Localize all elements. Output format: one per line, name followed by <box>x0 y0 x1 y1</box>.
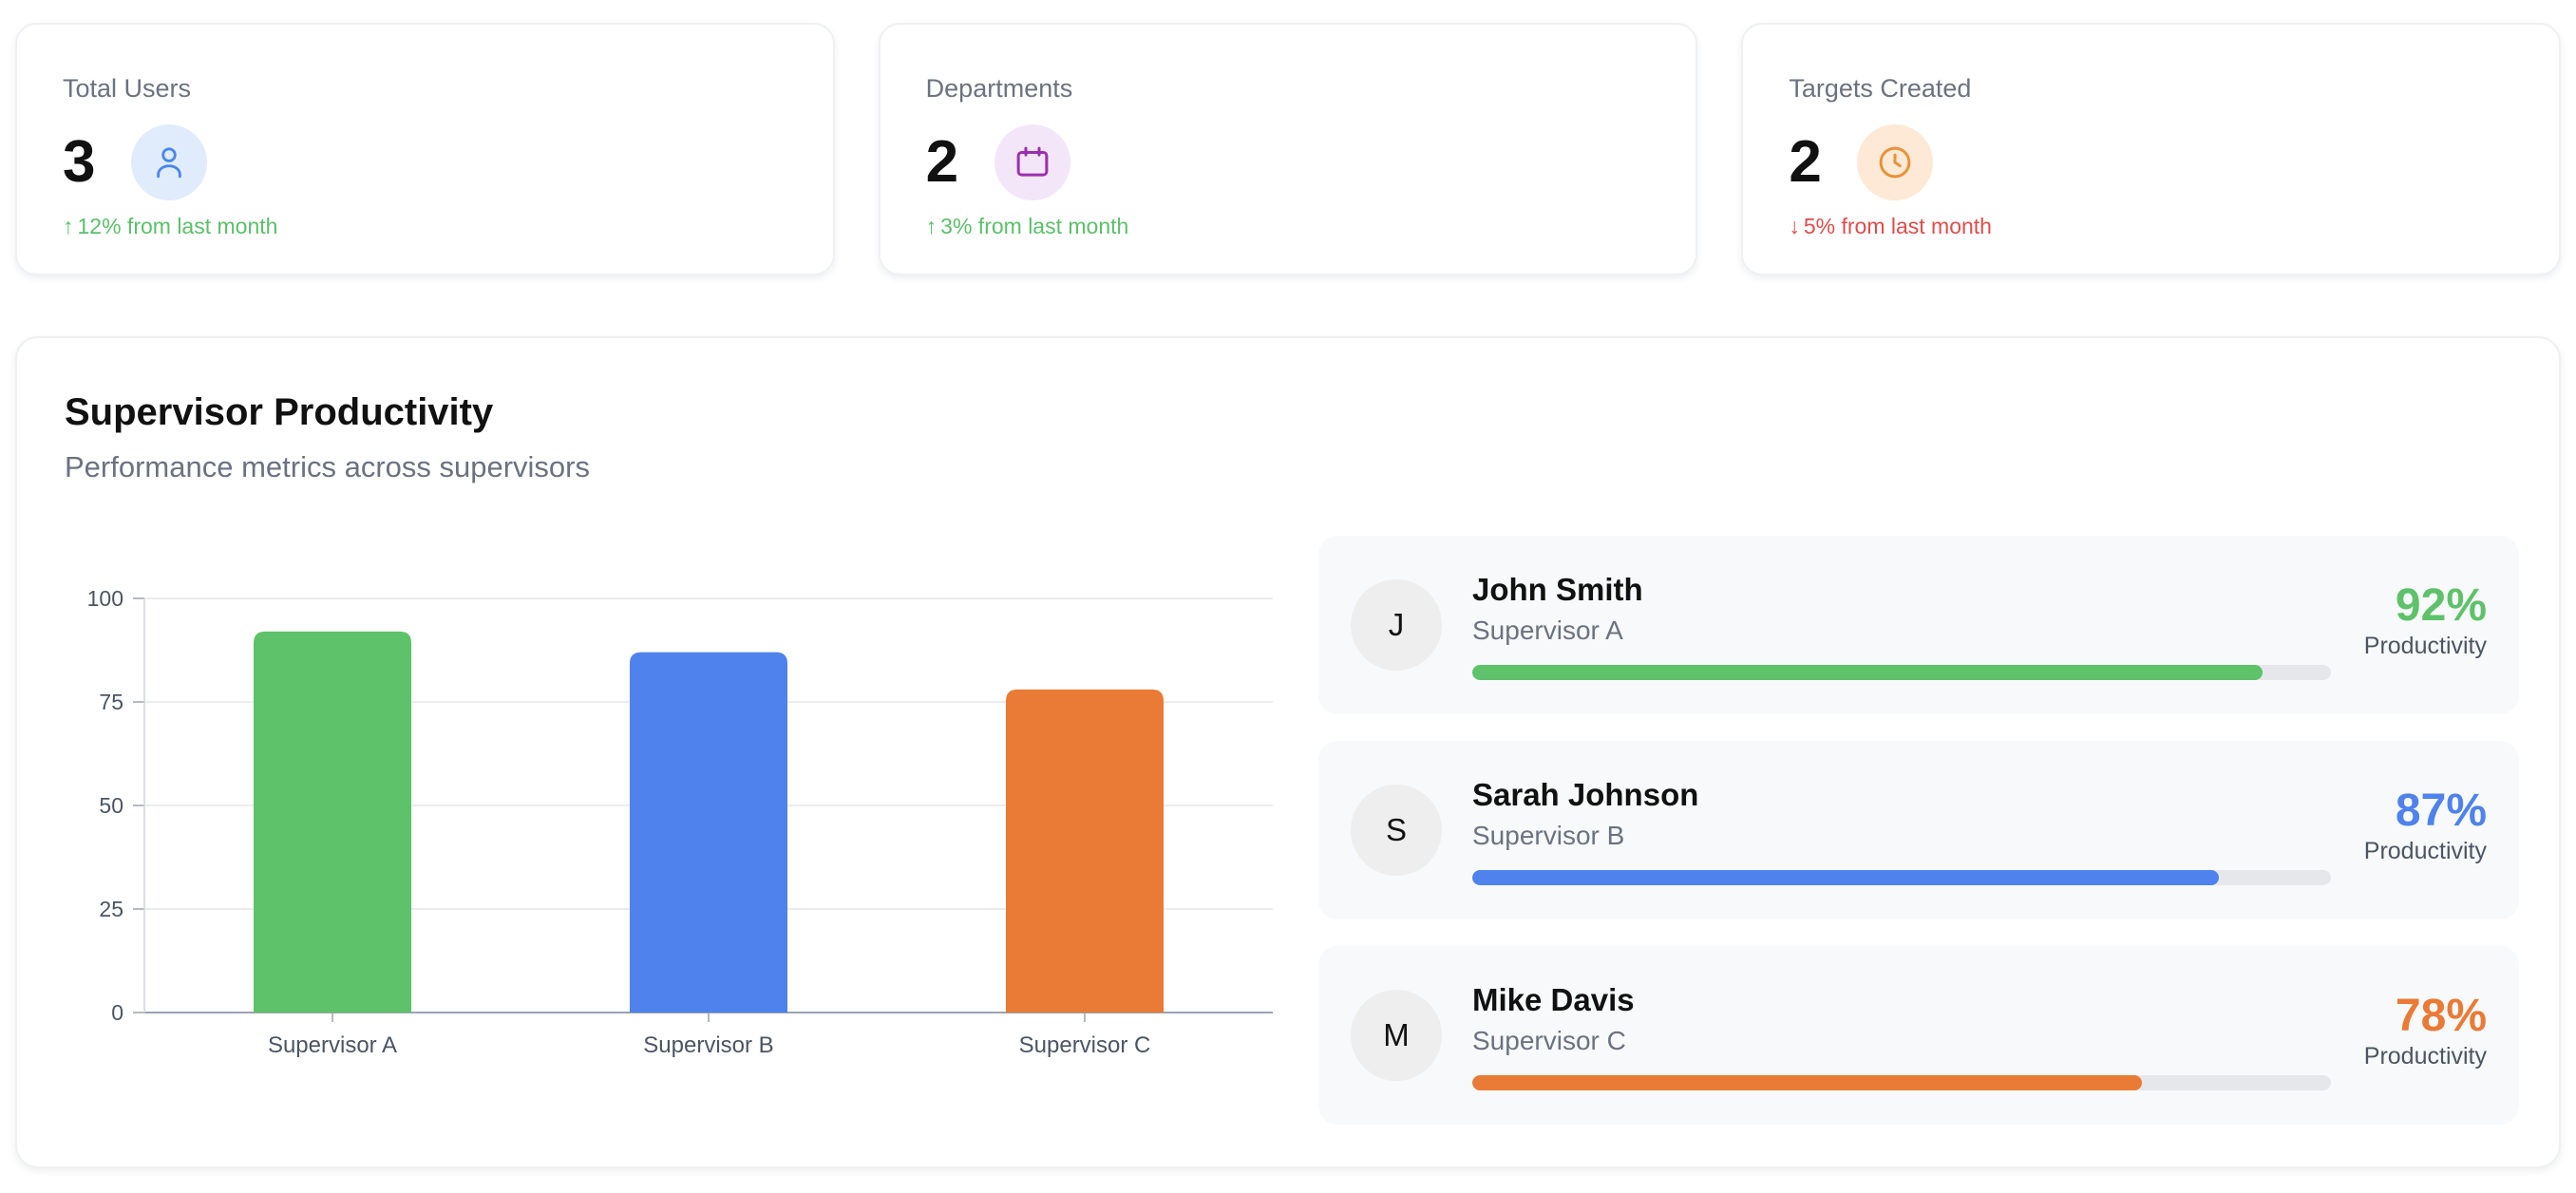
stat-trend-text: 5% from last month <box>1803 214 1992 238</box>
productivity-progress-fill <box>1472 1075 2143 1090</box>
supervisor-name: Mike Davis <box>1472 982 1635 1017</box>
y-tick-label: 50 <box>99 793 123 818</box>
stat-trend-text: 12% from last month <box>77 214 278 238</box>
productivity-card: Supervisor Productivity Performance metr… <box>15 336 2561 1168</box>
stat-value: 2 <box>1789 129 1822 195</box>
productivity-label: Productivity <box>2363 838 2487 864</box>
avatar: M <box>1351 990 1442 1081</box>
stat-title: Departments <box>925 74 1073 103</box>
productivity-bar-chart: 0 25 50 75 100 Supervisor A Supervisor B Superv… <box>87 586 1273 1058</box>
chart-bar <box>254 631 411 1013</box>
productivity-label: Productivity <box>2363 1043 2487 1070</box>
productivity-percent: 87% <box>2395 786 2487 836</box>
productivity-percent: 78% <box>2395 991 2487 1041</box>
x-tick-label: Supervisor C <box>1019 1032 1151 1058</box>
stat-trend: ↑ 3% from last month <box>926 214 1651 239</box>
productivity-progress-fill <box>1472 665 2263 680</box>
productivity-subtitle: Performance metrics across supervisors <box>65 450 590 483</box>
calendar-icon <box>994 124 1070 200</box>
stat-title: Targets Created <box>1789 74 1972 103</box>
arrow-down-icon: ↓ <box>1789 214 1800 238</box>
stats-row: Total Users 3 ↑ 12% from last month Depa… <box>15 23 2562 275</box>
avatar: J <box>1351 579 1442 671</box>
avatar: S <box>1351 785 1442 876</box>
supervisor-name: John Smith <box>1472 572 1643 607</box>
productivity-progress-bar <box>1472 870 2331 885</box>
clock-icon <box>1857 124 1934 200</box>
y-tick-label: 75 <box>99 690 123 714</box>
stat-card-total-users: Total Users 3 ↑ 12% from last month <box>15 23 835 275</box>
supervisor-role: Supervisor A <box>1472 615 1623 645</box>
chart-bar <box>630 652 787 1013</box>
productivity-title: Supervisor Productivity <box>65 391 494 433</box>
productivity-progress-fill <box>1472 870 2220 885</box>
y-tick-label: 100 <box>87 586 123 611</box>
x-tick-label: Supervisor A <box>268 1032 397 1058</box>
productivity-progress-bar <box>1472 1075 2331 1090</box>
stat-trend-text: 3% from last month <box>940 214 1129 238</box>
stat-trend: ↓ 5% from last month <box>1789 214 2513 239</box>
x-tick-label: Supervisor B <box>643 1032 773 1058</box>
stat-card-targets-created: Targets Created 2 ↓ 5% from last month <box>1741 23 2562 275</box>
productivity-progress-bar <box>1472 665 2331 680</box>
supervisor-card-john-smith[interactable]: J John Smith Supervisor A 92% Productivi… <box>1318 536 2519 714</box>
stat-trend: ↑ 12% from last month <box>63 214 787 239</box>
arrow-up-icon: ↑ <box>63 214 74 238</box>
stat-value: 2 <box>925 129 959 195</box>
user-icon <box>131 124 207 200</box>
productivity-percent: 92% <box>2395 580 2487 631</box>
supervisor-role: Supervisor B <box>1472 821 1625 850</box>
supervisor-name: Sarah Johnson <box>1472 777 1699 812</box>
productivity-label: Productivity <box>2363 633 2487 659</box>
supervisor-card-sarah-johnson[interactable]: S Sarah Johnson Supervisor B 87% Product… <box>1318 741 2519 919</box>
supervisor-card-mike-davis[interactable]: M Mike Davis Supervisor C 78% Productivi… <box>1318 946 2519 1125</box>
supervisor-role: Supervisor C <box>1472 1026 1626 1055</box>
chart-bar <box>1006 689 1164 1013</box>
y-tick-label: 25 <box>99 897 123 921</box>
stat-value: 3 <box>63 129 96 195</box>
stat-title: Total Users <box>63 74 192 103</box>
y-tick-label: 0 <box>111 1000 123 1025</box>
supervisor-list: J John Smith Supervisor A 92% Productivi… <box>1318 536 2519 1151</box>
arrow-up-icon: ↑ <box>925 214 938 238</box>
stat-card-departments: Departments 2 ↑ 3% from last month <box>878 23 1698 275</box>
